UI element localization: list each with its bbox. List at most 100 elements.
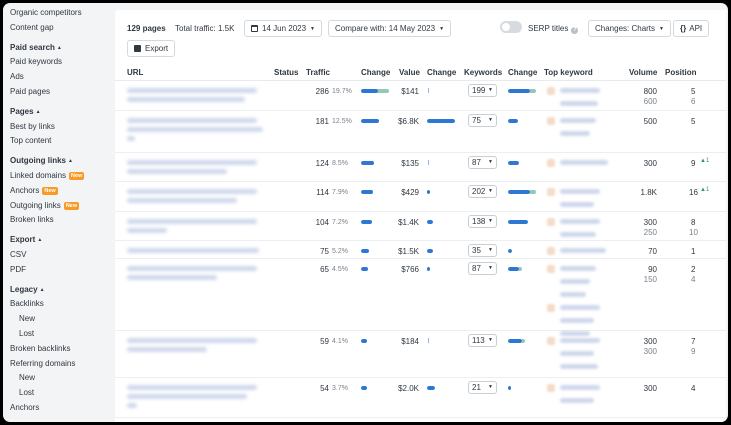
col-value-change[interactable]: Change (427, 68, 456, 77)
col-keywords-change[interactable]: Change (508, 68, 537, 77)
sidebar-item[interactable]: Anchors New (10, 184, 115, 199)
search-volume: 300 (643, 337, 657, 346)
table-row: 75 5.2% $1.5K 35 ▼ 70 1 (115, 241, 726, 259)
date-picker-button[interactable]: 14 Jun 2023 ▼ (244, 20, 322, 37)
keywords-dropdown[interactable]: 113 ▼ (468, 334, 497, 347)
col-traffic-change[interactable]: Change (361, 68, 390, 77)
search-volume: 300 (643, 347, 657, 356)
col-traffic[interactable]: Traffic (306, 68, 330, 77)
export-button[interactable]: Export (127, 40, 176, 57)
url-link-blurred[interactable] (127, 118, 265, 145)
chevron-down-icon: ▼ (439, 26, 445, 32)
url-link-blurred[interactable] (127, 189, 265, 207)
compare-date-button[interactable]: Compare with: 14 May 2023 ▼ (328, 20, 452, 37)
top-keyword-blurred[interactable] (547, 246, 619, 259)
sidebar-item[interactable]: Broken backlinks (10, 342, 115, 357)
keywords-dropdown[interactable]: 87 ▼ (468, 156, 497, 169)
keyword-item (547, 116, 619, 127)
url-link-blurred[interactable] (127, 385, 265, 412)
blurred-text (560, 248, 606, 253)
col-top-keyword[interactable]: Top keyword (544, 68, 593, 77)
keywords-count: 202 (472, 187, 486, 196)
sidebar-item[interactable]: Backlinks (10, 297, 115, 312)
sidebar-item[interactable]: Outgoing links New (10, 199, 115, 214)
sidebar-item[interactable]: Top content (10, 134, 115, 149)
top-keyword-blurred[interactable] (547, 187, 619, 213)
sidebar-item[interactable]: Ads (10, 70, 115, 85)
url-link-blurred[interactable] (127, 219, 265, 237)
sidebar-group-header[interactable]: Pages ▲ (10, 105, 115, 120)
col-volume[interactable]: Volume (629, 68, 657, 77)
top-keyword-blurred[interactable] (547, 158, 619, 171)
chevron-down-icon: ▼ (659, 26, 664, 32)
blurred-text (127, 169, 227, 174)
keywords-dropdown[interactable]: 75 ▼ (468, 114, 497, 127)
traffic-change-bar (361, 339, 389, 343)
blurred-text (560, 88, 600, 93)
api-button[interactable]: {} API (673, 20, 710, 37)
keywords-dropdown[interactable]: 35 ▼ (468, 244, 497, 257)
search-volume: 150 (643, 275, 657, 284)
top-keyword-blurred[interactable] (547, 116, 619, 142)
keywords-dropdown[interactable]: 202 ▼ (468, 185, 497, 198)
url-link-blurred[interactable] (127, 248, 265, 257)
top-keyword-blurred[interactable] (547, 86, 619, 112)
sidebar-item[interactable]: Anchors (10, 401, 115, 416)
url-link-blurred[interactable] (127, 266, 265, 284)
col-keywords[interactable]: Keywords (464, 68, 502, 77)
serp-titles-toggle[interactable] (500, 21, 522, 33)
col-status[interactable]: Status (274, 68, 298, 77)
chevron-down-icon: ▼ (488, 188, 493, 194)
sidebar-group-header[interactable]: Outgoing links ▲ (10, 154, 115, 169)
value: $1.5K (398, 247, 419, 256)
sidebar-item[interactable]: Paid keywords (10, 55, 115, 70)
sidebar-item[interactable]: Organic competitors (10, 6, 115, 21)
sidebar-item[interactable]: Lost (10, 386, 115, 401)
bar-fill (427, 386, 436, 390)
sidebar-item[interactable]: New (10, 312, 115, 327)
sidebar-item[interactable]: PDF (10, 263, 115, 278)
sidebar-item[interactable]: New (10, 371, 115, 386)
sidebar-item[interactable]: Linked domains New (10, 169, 115, 184)
sidebar-item[interactable]: Lost (10, 327, 115, 342)
top-keyword-blurred[interactable] (547, 383, 619, 409)
sidebar-group-header[interactable]: Export ▲ (10, 233, 115, 248)
blurred-text (127, 88, 257, 93)
url-link-blurred[interactable] (127, 338, 265, 356)
bar-fill-secondary (521, 339, 525, 343)
keyword-position: 5 (691, 117, 696, 126)
sidebar-item[interactable]: Broken links (10, 213, 115, 228)
col-value[interactable]: Value (399, 68, 420, 77)
sidebar-item[interactable]: Paid pages (10, 85, 115, 100)
changes-dropdown[interactable]: Changes: Charts ▼ (588, 20, 671, 37)
keywords-dropdown[interactable]: 138 ▼ (468, 215, 497, 228)
caret-up-icon: ▲ (39, 286, 45, 293)
sidebar-group-header[interactable]: Paid search ▲ (10, 41, 115, 56)
value: $2.0K (398, 384, 419, 393)
chevron-down-icon: ▼ (310, 26, 315, 32)
sidebar-item[interactable]: CSV (10, 248, 115, 263)
keywords-change-bar (508, 89, 536, 93)
url-link-blurred[interactable] (127, 160, 265, 178)
url-link-blurred[interactable] (127, 88, 265, 106)
top-keyword-blurred[interactable] (547, 217, 619, 243)
search-volume: 500 (643, 117, 657, 126)
keywords-dropdown[interactable]: 21 ▼ (468, 381, 497, 394)
chevron-down-icon: ▼ (488, 159, 493, 165)
search-volume: 300 (643, 384, 657, 393)
keywords-dropdown[interactable]: 199 ▼ (468, 84, 497, 97)
sidebar-item-label: PDF (10, 264, 26, 274)
col-url[interactable]: URL (127, 68, 143, 77)
top-keyword-blurred[interactable] (547, 336, 619, 375)
sidebar-item[interactable]: Referring domains (10, 357, 115, 372)
table-row: 54 3.7% $2.0K 21 ▼ 300 4 (115, 378, 726, 418)
sidebar-item[interactable]: Content gap (10, 21, 115, 36)
keywords-count: 199 (472, 86, 486, 95)
sidebar-item[interactable]: Best by links (10, 120, 115, 135)
help-icon[interactable]: ? (571, 27, 579, 34)
traffic-percent: 7.9% (332, 189, 348, 196)
sidebar-group-header[interactable]: Legacy ▲ (10, 283, 115, 298)
keywords-count: 75 (472, 116, 481, 125)
keywords-dropdown[interactable]: 87 ▼ (468, 262, 497, 275)
col-position[interactable]: Position (665, 68, 697, 77)
